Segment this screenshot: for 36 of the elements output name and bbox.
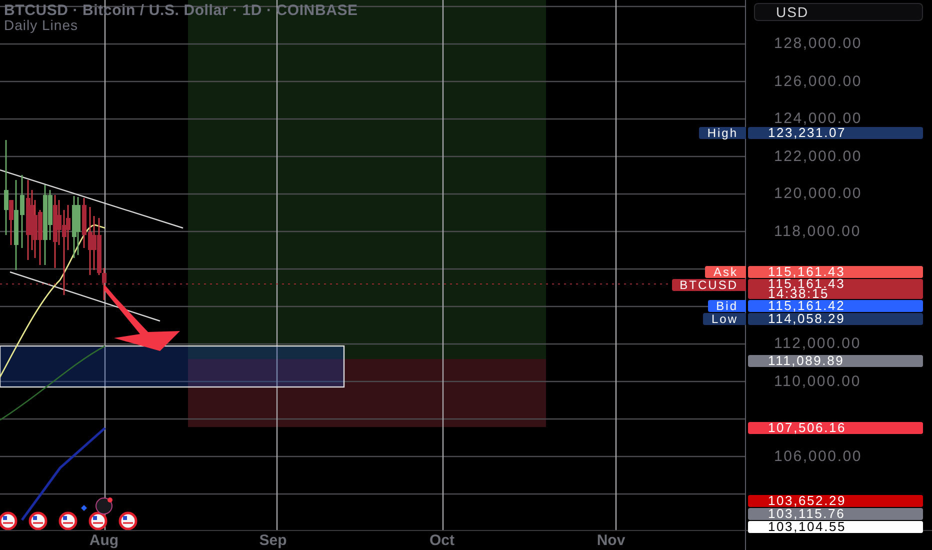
price-label: 103,104.55	[748, 520, 923, 533]
indicator-label: Daily Lines	[4, 18, 79, 33]
price-tag: Bid	[708, 300, 746, 312]
time-label: Aug	[88, 532, 120, 549]
price-tick: 122,000.00	[774, 148, 862, 164]
price-tick: 112,000.00	[774, 336, 861, 352]
flag-icon	[118, 512, 138, 530]
flag-icon	[28, 512, 48, 530]
time-label: Oct	[428, 532, 456, 549]
price-tag: Low	[703, 312, 746, 325]
flag-icon	[58, 512, 78, 530]
price-label: 123,231.07	[748, 127, 923, 140]
price-tick: 106,000.00	[774, 448, 862, 464]
price-label: 115,161.43 14:38:15	[748, 278, 923, 299]
price-tick: 120,000.00	[774, 186, 862, 202]
price-label: 103,115.76	[748, 508, 923, 520]
price-tick: 128,000.00	[774, 36, 862, 52]
price-tick: 126,000.00	[774, 74, 862, 90]
currency-button[interactable]: USD	[754, 3, 923, 21]
price-label: 115,161.42	[748, 300, 923, 312]
price-tag: Ask	[705, 266, 746, 278]
time-label: Sep	[258, 532, 288, 549]
price-label: 111,089.89	[748, 355, 923, 368]
time-label: Nov	[596, 532, 626, 549]
candle	[82, 198, 86, 248]
price-tag: BTCUSD	[672, 278, 746, 291]
price-label: 114,058.29	[748, 312, 923, 325]
price-label: 115,161.43	[748, 266, 923, 278]
price-label: 107,506.16	[748, 422, 923, 434]
price-tag: High	[699, 127, 746, 140]
price-tick: 110,000.00	[774, 374, 861, 390]
price-tick: 118,000.00	[774, 224, 861, 240]
event-icon	[81, 498, 112, 514]
flag-icon	[0, 512, 18, 530]
price-label: 103,652.29	[748, 494, 923, 507]
price-tick: 124,000.00	[774, 111, 862, 127]
